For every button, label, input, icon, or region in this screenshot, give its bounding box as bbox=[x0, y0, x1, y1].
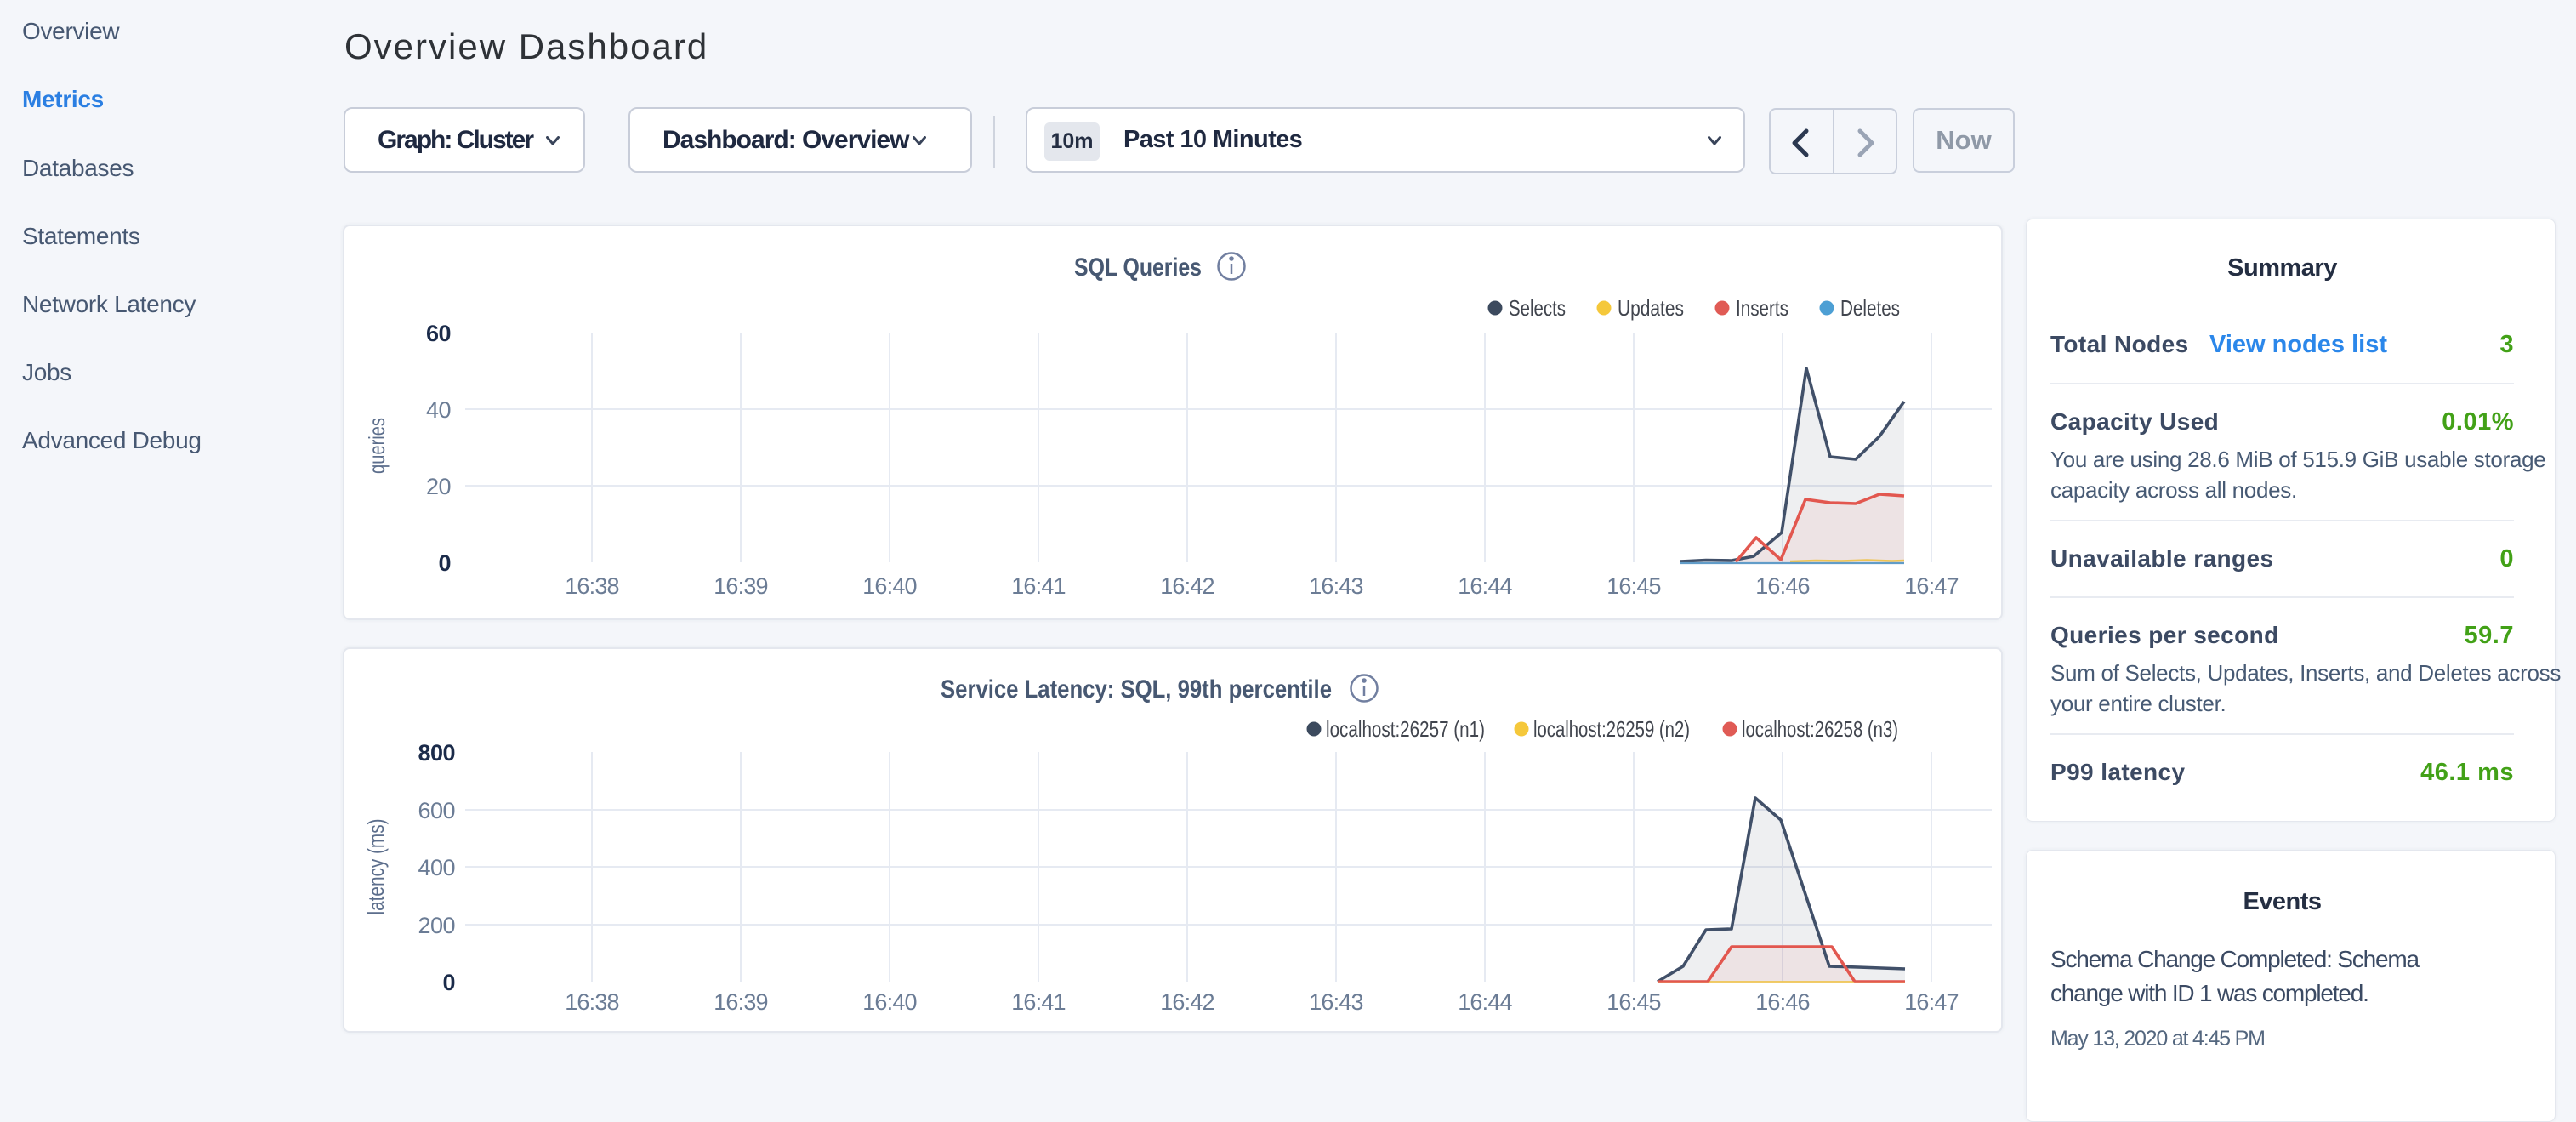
svg-text:Updates: Updates bbox=[1618, 295, 1684, 321]
svg-text:16:42: 16:42 bbox=[1160, 573, 1214, 599]
svg-text:16:46: 16:46 bbox=[1755, 573, 1810, 599]
svg-text:16:47: 16:47 bbox=[1904, 989, 1959, 1015]
svg-text:16:45: 16:45 bbox=[1606, 989, 1661, 1015]
svg-text:Inserts: Inserts bbox=[1736, 295, 1788, 321]
svg-text:200: 200 bbox=[418, 913, 455, 938]
svg-text:SQL Queries: SQL Queries bbox=[1074, 253, 1202, 282]
svg-text:600: 600 bbox=[418, 798, 455, 823]
svg-text:16:43: 16:43 bbox=[1309, 573, 1363, 599]
svg-text:16:39: 16:39 bbox=[714, 989, 768, 1015]
svg-text:16:43: 16:43 bbox=[1309, 989, 1363, 1015]
svg-text:16:38: 16:38 bbox=[565, 989, 619, 1015]
svg-text:localhost:26258 (n3): localhost:26258 (n3) bbox=[1742, 716, 1898, 742]
svg-text:40: 40 bbox=[426, 397, 451, 423]
svg-text:localhost:26257 (n1): localhost:26257 (n1) bbox=[1326, 716, 1485, 742]
svg-text:queries: queries bbox=[364, 418, 390, 474]
svg-text:400: 400 bbox=[418, 855, 455, 880]
svg-text:16:42: 16:42 bbox=[1160, 989, 1214, 1015]
svg-text:latency (ms): latency (ms) bbox=[363, 819, 389, 915]
svg-text:Selects: Selects bbox=[1509, 295, 1566, 321]
svg-text:16:44: 16:44 bbox=[1458, 989, 1512, 1015]
svg-text:16:45: 16:45 bbox=[1606, 573, 1661, 599]
svg-text:800: 800 bbox=[418, 740, 455, 766]
svg-text:16:41: 16:41 bbox=[1011, 989, 1066, 1015]
svg-text:0: 0 bbox=[442, 970, 455, 995]
svg-text:16:47: 16:47 bbox=[1904, 573, 1959, 599]
svg-text:16:39: 16:39 bbox=[714, 573, 768, 599]
svg-text:16:41: 16:41 bbox=[1011, 573, 1066, 599]
svg-text:Deletes: Deletes bbox=[1840, 295, 1900, 321]
svg-text:localhost:26259 (n2): localhost:26259 (n2) bbox=[1533, 716, 1690, 742]
svg-text:0: 0 bbox=[438, 550, 451, 576]
svg-text:20: 20 bbox=[426, 474, 451, 499]
svg-text:16:40: 16:40 bbox=[862, 989, 917, 1015]
svg-text:16:40: 16:40 bbox=[862, 573, 917, 599]
svg-text:16:44: 16:44 bbox=[1458, 573, 1512, 599]
svg-text:Service Latency: SQL, 99th per: Service Latency: SQL, 99th percentile bbox=[941, 675, 1332, 703]
svg-text:60: 60 bbox=[426, 321, 451, 346]
svg-text:16:46: 16:46 bbox=[1755, 989, 1810, 1015]
svg-text:16:38: 16:38 bbox=[565, 573, 619, 599]
